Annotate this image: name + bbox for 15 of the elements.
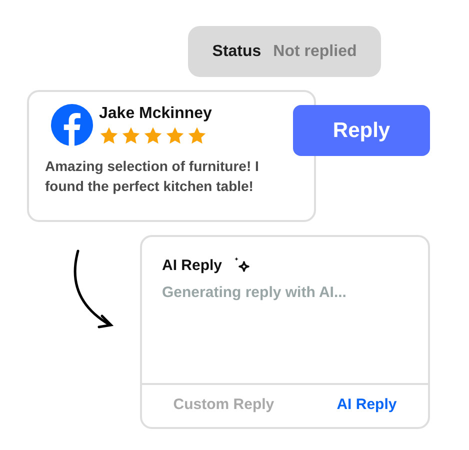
reply-input-field[interactable]: Generating reply with AI...	[162, 282, 408, 304]
reply-button[interactable]: Reply	[293, 105, 430, 156]
status-label: Status	[212, 42, 262, 62]
star-icon	[165, 126, 185, 146]
ai-reply-title: AI Reply	[162, 256, 222, 276]
reply-mode-tab[interactable]: AI Reply	[336, 394, 397, 416]
reply-mode-tab[interactable]: Custom Reply	[173, 394, 274, 416]
star-icon	[143, 126, 163, 146]
facebook-icon	[51, 104, 93, 146]
star-icon	[121, 126, 141, 146]
star-icon	[99, 126, 119, 146]
star-icon	[187, 126, 207, 146]
review-text: Amazing selection of furniture! I found the perfect kitchen table!	[45, 157, 260, 196]
status-value: Not replied	[273, 42, 357, 62]
reviewer-name: Jake Mckinney	[99, 104, 212, 124]
